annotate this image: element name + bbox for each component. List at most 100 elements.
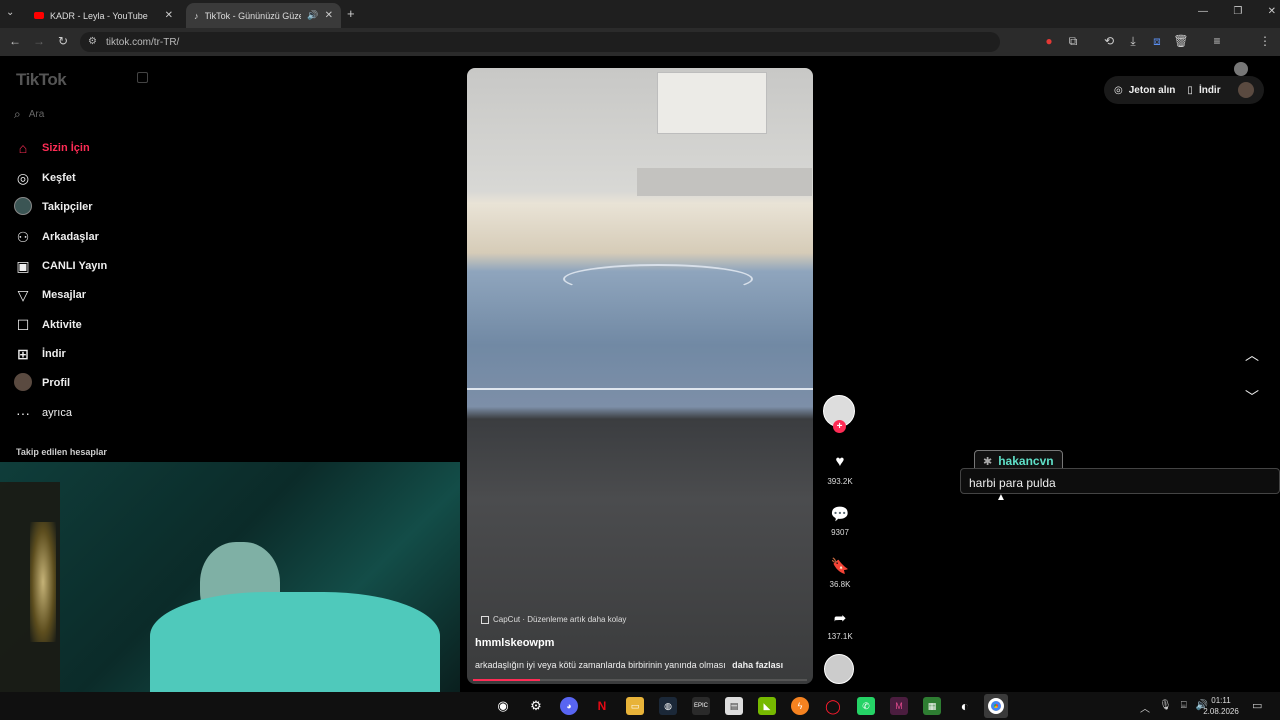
share-button[interactable]: ➦ 137.1K [820,609,860,641]
capcut-badge[interactable]: CapCut · Düzenleme artık daha kolay [481,615,626,624]
sidebar-item-followers[interactable]: Takipçiler [14,195,93,219]
minecraft-icon[interactable]: ▦ [923,697,941,715]
asterisk-badge-icon: ✱ [983,455,993,468]
comment-button[interactable]: 💬 9307 [820,505,860,537]
history-icon[interactable]: ⟲ [1100,34,1118,48]
follow-plus-icon[interactable]: + [833,420,846,433]
video-player[interactable]: CapCut · Düzenleme artık daha kolay hmml… [467,68,813,684]
sidebar-item-messages[interactable]: ▽ Mesajlar [14,283,86,307]
nvidia-icon[interactable]: ◣ [758,697,776,715]
collapse-sidebar-icon[interactable] [137,72,148,83]
app-m-icon[interactable]: M [890,697,908,715]
like-button[interactable]: ♥ 393.2K [820,453,860,486]
menu-kebab-icon[interactable]: ⋮ [1256,34,1274,48]
minimize-button[interactable]: — [1198,6,1208,17]
download-icon[interactable]: ⤓ [1124,34,1142,49]
trash-icon[interactable]: 🗑 [1172,34,1190,48]
music-disc-avatar[interactable] [824,654,854,684]
document-app-icon[interactable]: ▤ [725,697,743,715]
save-button[interactable]: 🔖 36.8K [820,557,860,589]
search-placeholder: Ara [28,108,45,120]
tiktok-icon: ♪ [194,10,199,21]
forward-arrow-icon[interactable]: → [30,34,48,48]
clock-date: 2.08.2026 [1203,707,1239,716]
restore-button[interactable]: ❐ [1233,6,1242,17]
tab-close-icon[interactable]: ✕ [325,10,333,21]
extension-record-icon[interactable]: ● [1040,34,1058,48]
discord-icon[interactable]: ◕ [560,697,578,715]
chrome-taskbar-button[interactable] [984,694,1008,718]
search-input[interactable]: ⌕ Ara [14,104,144,124]
next-video-chevron-down-icon[interactable]: ﹀ [1245,387,1259,407]
steps-image [637,168,812,196]
file-explorer-icon[interactable]: ▭ [626,697,644,715]
activity-icon: ☐ [16,316,30,333]
clock-time: 01:11 [1211,696,1231,705]
obs-studio-icon[interactable]: ◐ [956,697,974,715]
get-coins-button[interactable]: Jeton alın [1129,85,1176,96]
steam-icon[interactable]: ◍ [659,697,677,715]
sidebar-item-activity[interactable]: ☐ Aktivite [14,313,82,337]
sidebar-item-profile[interactable]: Profil [14,371,70,395]
reload-icon[interactable]: ↻ [54,34,72,48]
profile-avatar-icon[interactable] [1234,62,1248,76]
extensions-puzzle-icon[interactable]: ⧉ [1064,34,1082,49]
back-arrow-icon[interactable]: ← [6,34,24,48]
friends-icon: ⚇ [16,228,30,245]
progress-bar[interactable] [473,679,807,681]
tab-close-icon[interactable]: ✕ [165,10,173,21]
address-bar[interactable]: ⚙ tiktok.com/tr-TR/ [80,32,1000,52]
video-caption: arkadaşlığın iyi veya kötü zamanlarda bi… [475,660,783,670]
sidebar-item-more[interactable]: ··· ayrıca [14,401,72,425]
sidebar-item-live[interactable]: ▣ CANLI Yayın [14,254,107,278]
translate-icon[interactable]: ⧈ [1148,34,1166,49]
epic-games-icon[interactable]: EPIC [692,697,710,715]
sidebar-item-friends[interactable]: ⚇ Arkadaşlar [14,225,99,249]
download-plus-icon: ⊞ [17,345,29,362]
followers-avatar-icon [14,196,32,218]
tiktok-logo[interactable]: TikTok [16,70,67,90]
tab-youtube[interactable]: KADR - Leyla - YouTube ✕ [26,3,181,28]
window-controls: — ❐ ✕ [1198,6,1276,17]
top-right-actions: ◎ Jeton alın ▯ İndir [1104,76,1264,104]
browser-tab-bar: ⌄ KADR - Leyla - YouTube ✕ ♪ TikTok - Gü… [0,0,1280,28]
tab-list-dropdown-icon[interactable]: ⌄ [6,7,14,18]
sidebar-item-label: ayrıca [42,407,72,419]
microphone-icon[interactable]: 🎙 [1159,700,1172,715]
tab-tiktok[interactable]: ♪ TikTok - Gününüzü Güzelleş 🔊 ✕ [186,3,341,28]
site-info-icon[interactable]: ⚙ [88,36,97,47]
capcut-icon [481,615,489,624]
tray-chevron-up-icon[interactable]: ︿ [1140,700,1150,715]
sidebar-item-explore[interactable]: ◎ Keşfet [14,166,76,190]
chat-message-text: harbi para pulda [969,476,1056,490]
obs-icon[interactable]: ◉ [494,697,512,715]
user-avatar[interactable] [1238,82,1254,98]
whatsapp-icon[interactable]: ✆ [857,697,875,715]
download-app-button[interactable]: İndir [1199,85,1221,96]
sidebar-item-for-you[interactable]: ⌂ Sizin İçin [14,136,90,160]
close-window-button[interactable]: ✕ [1268,6,1276,17]
speaker-icon[interactable]: 🔊 [307,10,318,21]
taskbar-clock[interactable]: 01:11 2.08.2026 [1200,695,1242,717]
reading-list-icon[interactable]: ≡ [1208,34,1226,48]
netflix-icon[interactable]: N [593,697,611,715]
sidebar-item-label: Aktivite [42,319,82,331]
caption-text: arkadaşlığın iyi veya kötü zamanlarda bi… [475,660,726,670]
new-tab-button[interactable]: + [347,6,355,21]
court-arc-image [563,264,753,294]
network-icon[interactable]: ⌸ [1181,700,1187,715]
share-arrow-icon: ➦ [833,610,847,627]
app-bolt-icon[interactable]: ϟ [791,697,809,715]
previous-video-chevron-up-icon[interactable]: ︿ [1245,345,1259,365]
more-dots-icon: ··· [16,405,30,421]
system-tray: ︿ 🎙 ⌸ 🔊 [1140,700,1208,715]
notifications-icon[interactable]: ▭ [1252,699,1262,712]
opera-gx-icon[interactable]: ◯ [824,697,842,715]
sidebar-item-download[interactable]: ⊞ İndir [14,342,66,366]
settings-gear-icon[interactable]: ⚙ [527,697,545,715]
sidebar-item-label: Mesajlar [42,289,87,301]
video-author[interactable]: hmmlskeowpm [475,637,554,649]
building-window-image [657,72,767,134]
mouse-cursor-icon: ▲ [996,492,1006,503]
more-link[interactable]: daha fazlası [732,660,783,670]
